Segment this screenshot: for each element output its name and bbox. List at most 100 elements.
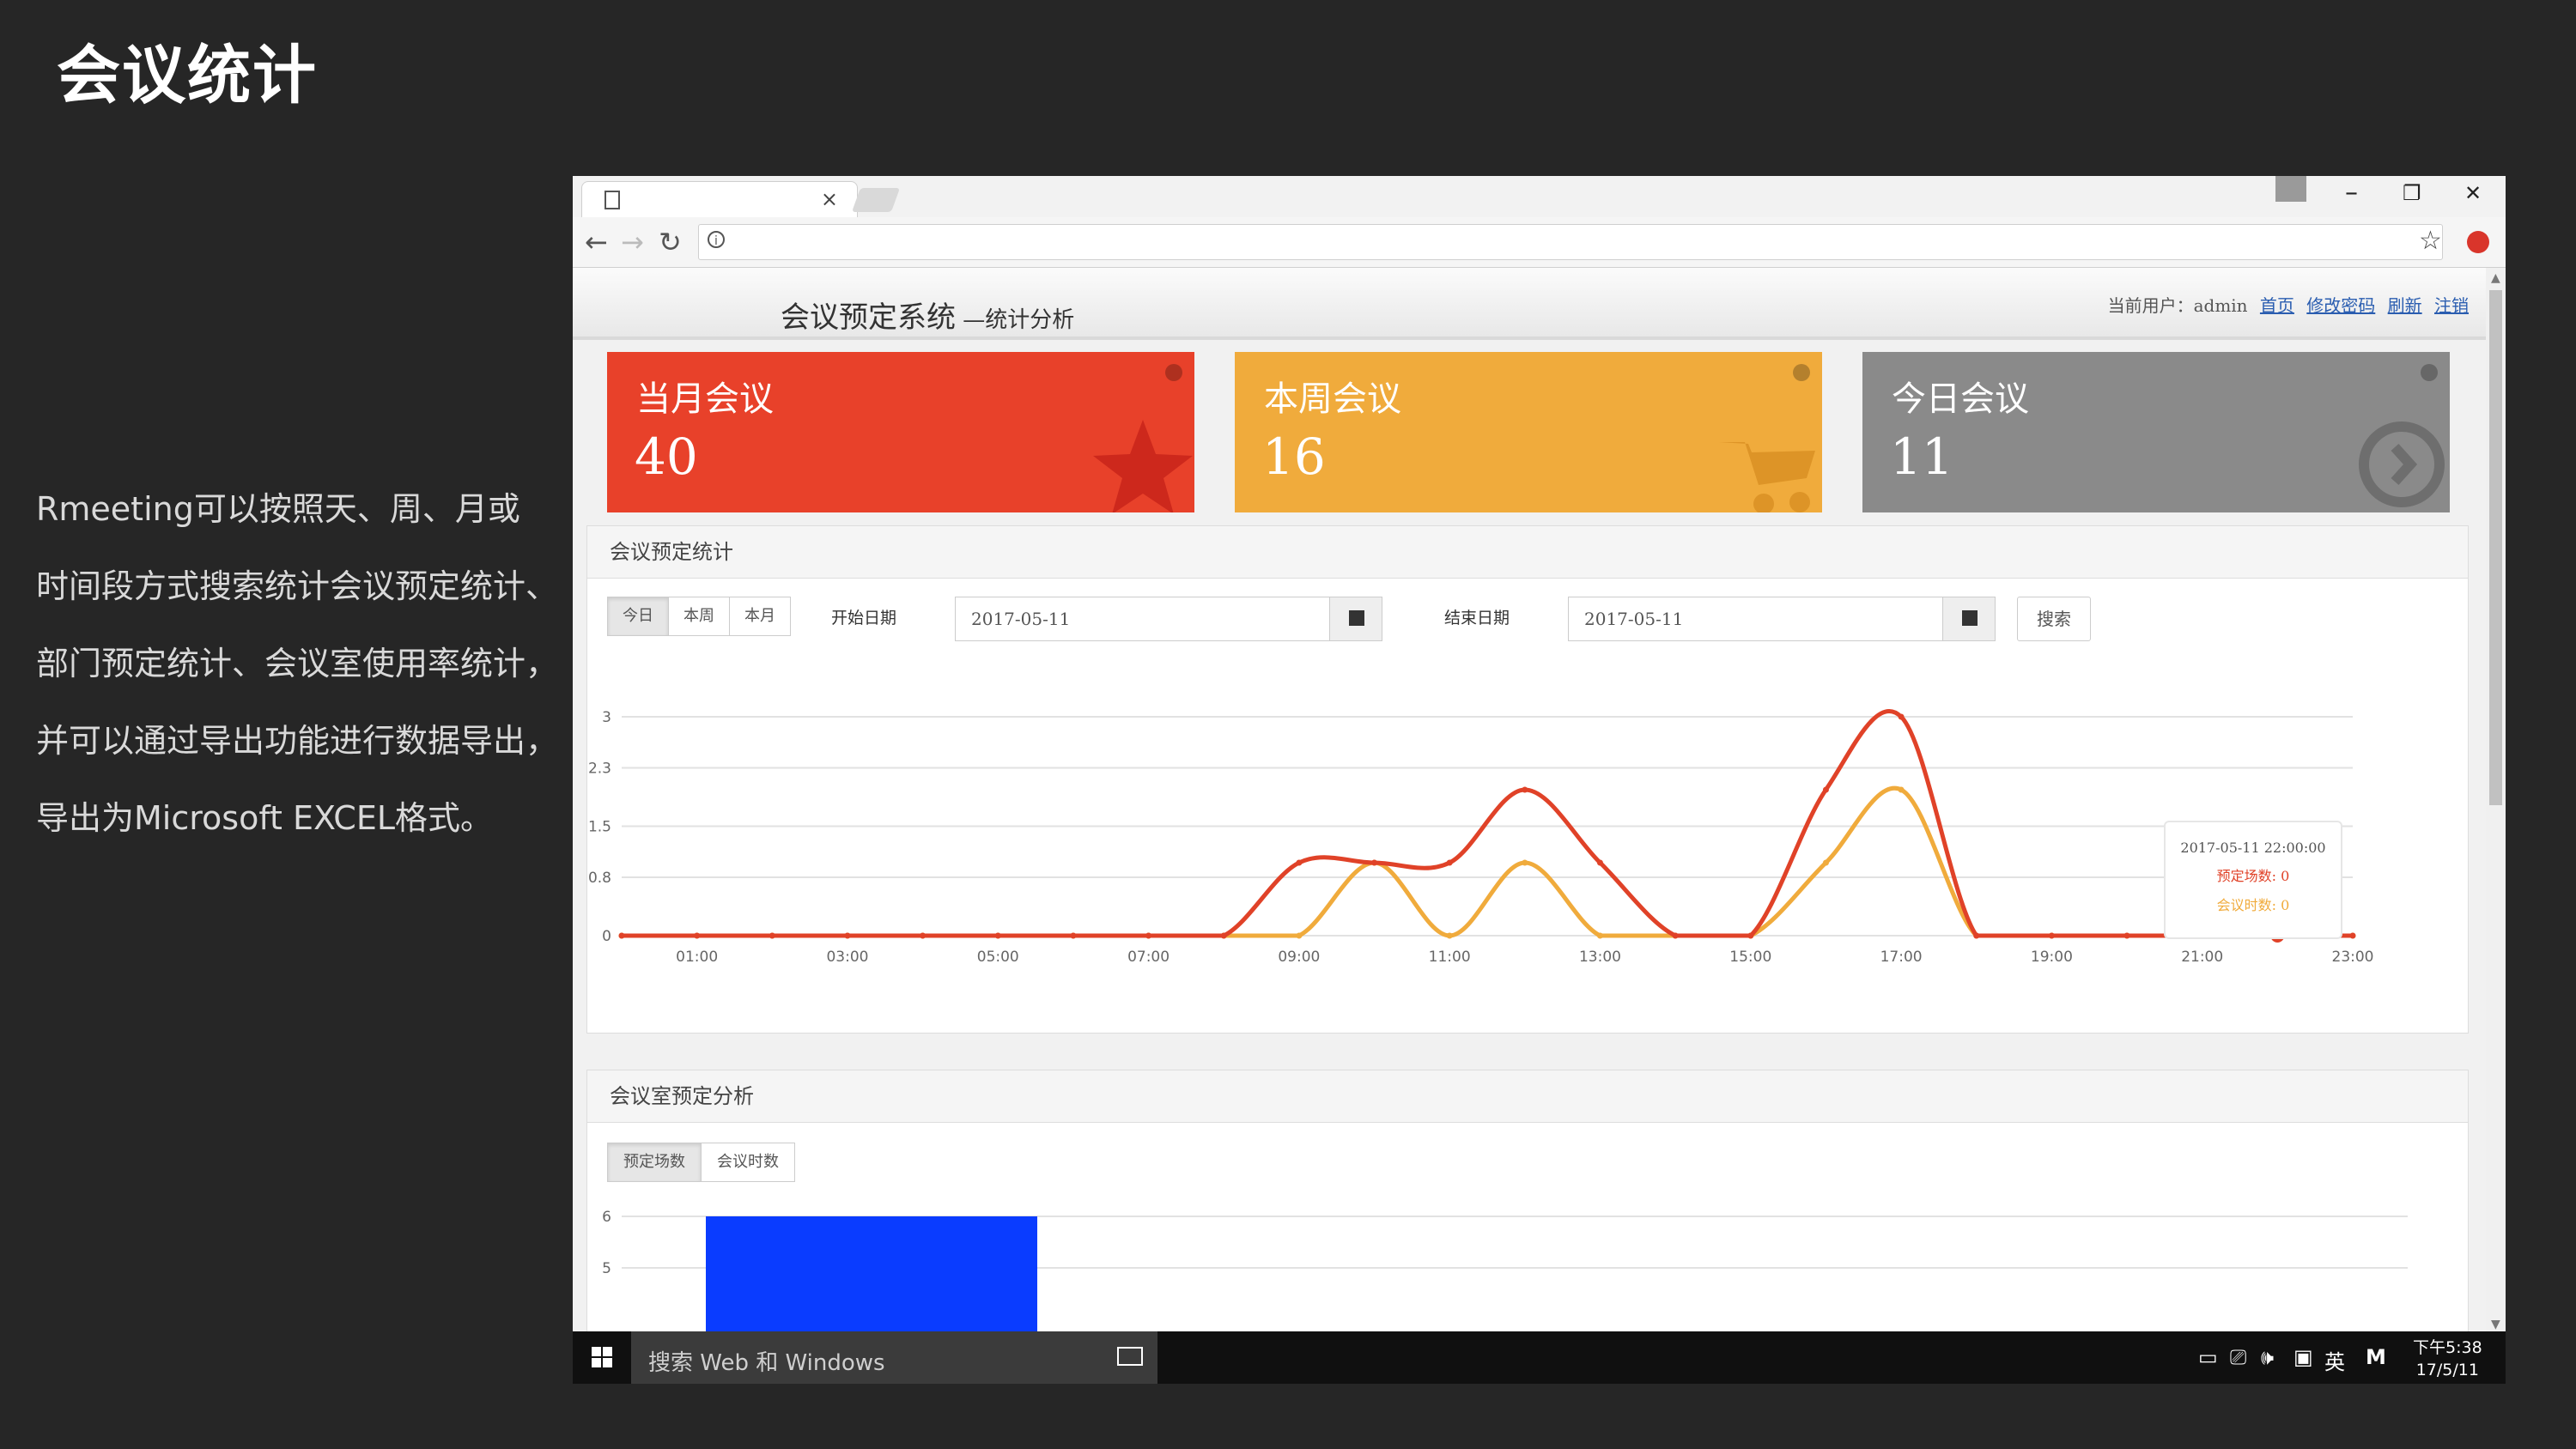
windows-start-icon[interactable] — [592, 1347, 612, 1367]
data-point — [844, 932, 851, 939]
card-toggle-icon[interactable] — [1793, 364, 1810, 381]
card-value: 16 — [1262, 427, 1326, 486]
network-icon[interactable]: ⎚ — [2230, 1345, 2246, 1369]
task-view-icon[interactable] — [1117, 1347, 1143, 1366]
notification-icon[interactable]: ▣ — [2293, 1345, 2313, 1369]
series-line — [622, 785, 2354, 938]
system-name: 会议预定系统 —统计分析 — [781, 294, 1074, 336]
cart-icon — [1719, 442, 1815, 512]
forward-icon[interactable]: → — [621, 226, 644, 258]
data-point — [1296, 932, 1303, 939]
x-tick-label: 23:00 — [2332, 949, 2374, 966]
data-point — [1522, 786, 1528, 793]
data-point — [694, 932, 701, 939]
data-point — [1446, 859, 1453, 866]
system-subtitle: —统计分析 — [956, 307, 1075, 333]
close-window-button[interactable]: ✕ — [2464, 181, 2482, 205]
scroll-down-icon[interactable]: ▼ — [2491, 1318, 2500, 1331]
y-tick-label: 2.3 — [588, 761, 611, 778]
card-week-meetings: 本周会议 16 — [1235, 352, 1822, 512]
taskbar-clock[interactable]: 下午5:38 17/5/11 — [2413, 1337, 2482, 1381]
tooltip-time: 2017-05-11 22:00:00 — [2180, 840, 2326, 856]
x-tick-label: 13:00 — [1579, 949, 1621, 966]
clock-time: 下午5:38 — [2413, 1338, 2482, 1357]
browser-tab[interactable]: × — [581, 181, 858, 218]
data-point — [2048, 932, 2055, 939]
y-tick-label: 0.8 — [588, 870, 611, 887]
card-today-meetings: 今日会议 11 — [1862, 352, 2450, 512]
x-tick-label: 03:00 — [826, 949, 868, 966]
description-line: 导出为Microsoft EXCEL格式。 — [36, 799, 494, 837]
card-title: 当月会议 — [636, 379, 774, 419]
description-line: 并可以通过导出功能进行数据导出， — [36, 722, 559, 760]
minimize-button[interactable]: – — [2345, 178, 2358, 208]
description-line: 部门预定统计、会议室使用率统计， — [36, 645, 559, 682]
data-point — [1371, 859, 1378, 866]
x-tick-label: 11:00 — [1429, 949, 1471, 966]
chart-tooltip: 2017-05-11 22:00:00 预定场数: 0 会议时数: 0 — [2164, 821, 2342, 939]
x-tick-label: 21:00 — [2181, 949, 2223, 966]
x-tick-label: 01:00 — [676, 949, 718, 966]
data-point — [769, 932, 775, 939]
star-icon — [1093, 420, 1193, 512]
link-change-password[interactable]: 修改密码 — [2306, 295, 2375, 316]
x-tick-label: 07:00 — [1127, 949, 1170, 966]
maximize-button[interactable]: ❐ — [2403, 181, 2421, 205]
meeting-stats-panel: 会议预定统计 今日 本周 本月 开始日期 2017-05-11 结束日期 201… — [586, 525, 2469, 1034]
data-point — [1596, 859, 1603, 866]
taskbar-search-box[interactable]: 搜索 Web 和 Windows — [631, 1331, 1157, 1384]
data-point — [618, 932, 625, 939]
page-scrollbar[interactable]: ▲ ▼ — [2486, 268, 2506, 1335]
card-value: 11 — [1890, 427, 1953, 486]
system-title: 会议预定系统 — [781, 300, 956, 335]
address-bar[interactable]: i — [698, 224, 2443, 260]
x-tick-label: 17:00 — [1880, 949, 1923, 966]
ime-indicator[interactable]: 英 — [2324, 1345, 2345, 1375]
scroll-thumb[interactable] — [2489, 290, 2502, 805]
current-user-label: 当前用户：admin — [2107, 295, 2248, 316]
browser-toolbar: ← → ↻ i ☆ — [573, 217, 2506, 268]
card-title: 今日会议 — [1892, 379, 2029, 419]
data-point — [1898, 713, 1905, 720]
extension-icon[interactable] — [2467, 231, 2489, 253]
arrow-circle-icon — [2359, 421, 2445, 507]
ime-mode-icon[interactable]: M — [2366, 1345, 2386, 1369]
clock-date: 17/5/11 — [2415, 1361, 2479, 1379]
link-logout[interactable]: 注销 — [2434, 295, 2469, 316]
card-month-meetings: 当月会议 40 — [607, 352, 1194, 512]
volume-icon[interactable]: 🕪 — [2261, 1345, 2274, 1369]
data-point — [1898, 786, 1905, 793]
reload-icon[interactable]: ↻ — [659, 226, 682, 258]
data-point — [1747, 932, 1754, 939]
card-toggle-icon[interactable] — [2421, 364, 2438, 381]
windows-taskbar: 搜索 Web 和 Windows ▭ ⎚ 🕪 ▣ 英 M 下午5:38 17/5… — [573, 1331, 2506, 1384]
taskbar-search-placeholder: 搜索 Web 和 Windows — [648, 1350, 885, 1376]
info-icon[interactable]: i — [708, 231, 725, 248]
y-tick-label: 0 — [602, 928, 611, 945]
card-title: 本周会议 — [1264, 379, 1401, 419]
data-point — [1973, 932, 1980, 939]
slide-title: 会议统计 — [57, 39, 318, 112]
user-bar: 当前用户：admin 首页 修改密码 刷新 注销 — [2108, 292, 2469, 317]
bookmark-star-icon[interactable]: ☆ — [2419, 226, 2442, 256]
profile-icon[interactable] — [2275, 176, 2306, 202]
scroll-up-icon[interactable]: ▲ — [2491, 271, 2500, 285]
data-point — [1672, 932, 1679, 939]
card-value: 40 — [635, 427, 698, 486]
back-icon[interactable]: ← — [585, 226, 608, 258]
tooltip-line-2: 会议时数: 0 — [2216, 897, 2290, 913]
data-point — [1522, 859, 1528, 866]
tab-close-icon[interactable]: × — [821, 187, 838, 211]
tooltip-line-1: 预定场数: 0 — [2216, 868, 2290, 884]
data-point — [1822, 859, 1829, 866]
link-refresh[interactable]: 刷新 — [2388, 295, 2422, 316]
data-point — [1220, 932, 1227, 939]
battery-icon[interactable]: ▭ — [2198, 1345, 2218, 1369]
x-tick-label: 05:00 — [977, 949, 1019, 966]
browser-tab-bar: × – ❐ ✕ — [573, 176, 2506, 218]
y-tick-label: 3 — [602, 709, 611, 726]
new-tab-button[interactable] — [851, 188, 901, 212]
data-point — [2349, 932, 2356, 939]
link-home[interactable]: 首页 — [2260, 295, 2294, 316]
card-toggle-icon[interactable] — [1165, 364, 1182, 381]
